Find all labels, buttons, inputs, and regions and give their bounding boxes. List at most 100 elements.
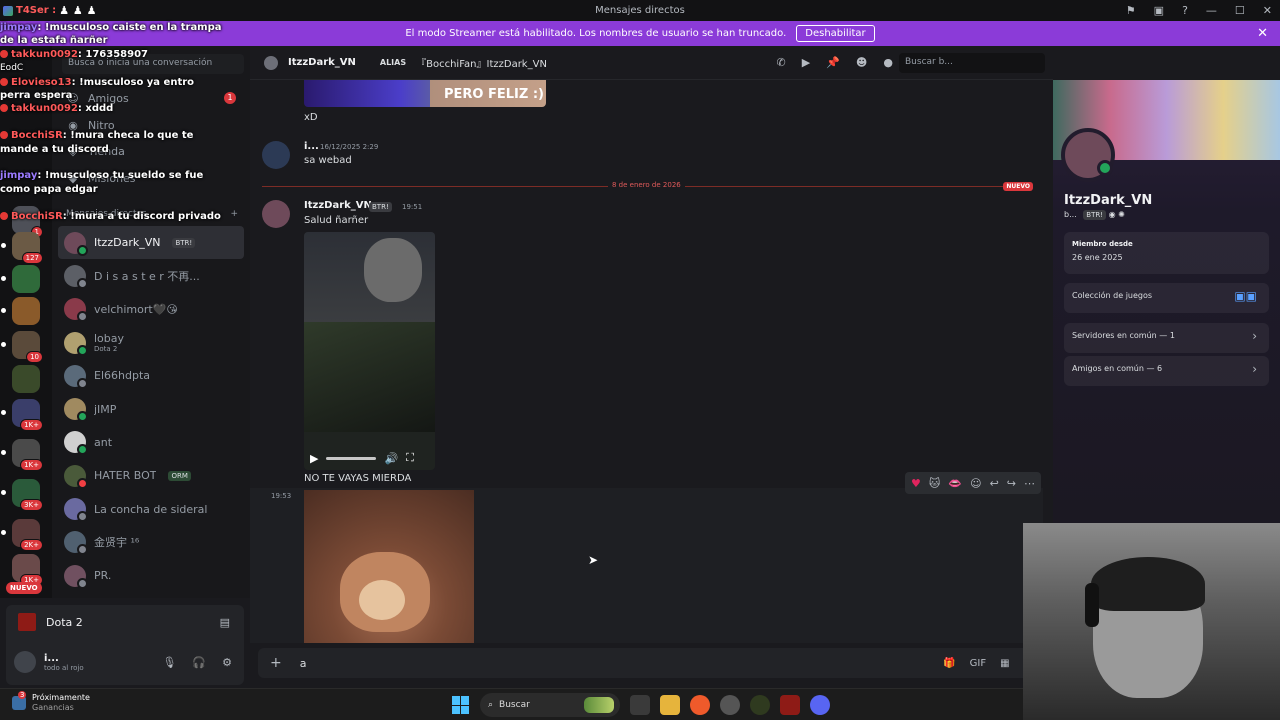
composer-input[interactable]: a (300, 657, 307, 670)
dm-item[interactable]: 金贤宇 ¹⁶ (58, 526, 244, 559)
more-options-icon[interactable]: ⋯ (1024, 477, 1035, 490)
upload-plus-icon[interactable]: + (270, 655, 282, 671)
maximize-button[interactable]: ☐ (1235, 4, 1245, 17)
mutual-friends-row[interactable]: Amigos en común — 6 › (1064, 356, 1269, 386)
dm-item[interactable]: ant (58, 426, 244, 459)
mutual-servers-row[interactable]: Servidores en común — 1 › (1064, 323, 1269, 353)
server-icon[interactable] (1, 297, 40, 325)
avatar[interactable] (262, 200, 290, 228)
headphones-icon[interactable]: 🎧 (192, 656, 206, 669)
discord-taskbar-icon[interactable] (810, 695, 830, 715)
obs-icon[interactable] (720, 695, 740, 715)
minimize-button[interactable]: — (1206, 4, 1217, 17)
monitor-icon[interactable]: ▣ (1154, 4, 1164, 17)
server-icon[interactable] (1, 265, 40, 293)
dm-item[interactable]: La concha de sideral (58, 492, 244, 525)
screen: T4Ser : ♟ ♟ ♟ Mensajes directos ⚑ ▣ ? — … (0, 0, 1280, 720)
chat-recipient-name[interactable]: ItzzDark_VN (288, 57, 356, 68)
alias-value: 『BocchiFan』ItzzDark_VN (416, 59, 547, 70)
forward-icon[interactable]: ↪ (1007, 477, 1016, 490)
dm-name: PR. (94, 569, 112, 583)
streamer-tag-text: T4Ser : (16, 5, 57, 16)
message-author[interactable]: i... (304, 141, 319, 152)
help-icon[interactable]: ? (1182, 4, 1188, 17)
disable-streamer-button[interactable]: Deshabilitar (796, 25, 875, 42)
gift-icon[interactable]: 🎁 (943, 658, 955, 669)
dm-item[interactable]: HATER BOT ORM (58, 459, 244, 492)
video-attachment[interactable] (304, 232, 435, 470)
overlay-text: : 176358907 (77, 48, 149, 60)
overlay-line (0, 116, 250, 129)
avatar[interactable] (14, 651, 36, 673)
new-servers-pill[interactable]: NUEVO (6, 582, 42, 594)
dm-item[interactable]: ItzzDark_VN BTR! (58, 226, 244, 260)
message-author[interactable]: ItzzDark_VN (304, 200, 372, 211)
overlay-line: takkun0092: 176358907 (0, 48, 250, 61)
chat-search-input[interactable]: Buscar b... (899, 52, 1045, 73)
server-icon[interactable]: 1K+ (1, 399, 43, 431)
cat-reaction-icon[interactable]: 🐱 (929, 477, 940, 490)
video-progress[interactable] (326, 456, 377, 460)
gif-attachment[interactable] (304, 490, 474, 643)
server-icon[interactable]: 1K+ (1, 439, 43, 471)
add-reaction-icon[interactable]: ☺ (970, 477, 981, 490)
dm-item[interactable]: lobay Dota 2 (58, 326, 244, 359)
server-icon[interactable] (12, 365, 40, 393)
taskbar-search[interactable]: ⌕ Buscar (480, 693, 620, 717)
message-composer[interactable]: + a 🎁 GIF ▦ ☺ (258, 648, 1044, 678)
brave-browser-icon[interactable] (690, 695, 710, 715)
unread-dot (1, 276, 6, 281)
dm-item[interactable]: jIMP (58, 392, 244, 425)
dm-item[interactable]: PR. (58, 559, 244, 592)
alias-label: ALIAS (379, 58, 407, 67)
gif-icon[interactable]: GIF (970, 658, 986, 669)
video-call-icon[interactable]: ▶ (802, 56, 810, 69)
overlay-line: como papa edgar (0, 183, 250, 196)
activity-panel[interactable]: Dota 2 ▤ (6, 605, 244, 639)
game-overlay-icon[interactable]: ▤ (220, 616, 230, 629)
heart-reaction-icon[interactable]: ♥ (911, 477, 921, 490)
windows-start-icon[interactable] (452, 696, 470, 714)
server-icon[interactable]: 10 (1, 331, 43, 363)
fullscreen-icon[interactable]: ⛶ (406, 451, 414, 465)
dm-item[interactable]: El66hdpta (58, 359, 244, 392)
image-attachment[interactable]: PERO FELIZ :) (304, 80, 546, 107)
dota-taskbar-icon[interactable] (780, 695, 800, 715)
mutual-servers-label: Servidores en común — 1 (1072, 331, 1175, 340)
call-icon[interactable]: ✆ (777, 56, 786, 69)
pin-icon[interactable]: 📌 (826, 56, 840, 69)
widgets-badge: 3 (18, 690, 27, 699)
avatar[interactable] (262, 141, 290, 169)
volume-icon[interactable]: 🔊 (384, 452, 398, 465)
microphone-icon[interactable]: 🎙 (162, 656, 176, 669)
server-icon[interactable]: 1K+ (12, 554, 43, 586)
play-icon[interactable]: ▶ (310, 452, 318, 465)
server-icon[interactable]: 2K+ (1, 519, 43, 551)
user-profile-icon[interactable]: ● (883, 56, 893, 69)
overlay-user: jimpay (0, 170, 38, 182)
dm-item[interactable]: D i s a s t e r 不再... (58, 259, 244, 292)
file-explorer-icon[interactable] (660, 695, 680, 715)
banner-text: El modo Streamer está habilitado. Los no… (405, 28, 787, 39)
banner-close-icon[interactable]: ✕ (1257, 26, 1268, 41)
add-friends-icon[interactable]: ☻ (856, 56, 867, 69)
sticker-icon[interactable]: ▦ (1000, 658, 1009, 669)
dm-item[interactable]: velchimort🖤😘 (58, 293, 244, 326)
task-view-icon[interactable] (630, 695, 650, 715)
game-collection-card[interactable]: Colección de juegos ▣▣ (1064, 283, 1269, 313)
flag-icon[interactable]: ⚑ (1126, 4, 1136, 17)
divider-date: 8 de enero de 2026 (608, 181, 685, 189)
message-text: NO TE VAYAS MIERDA (304, 473, 412, 484)
user-info[interactable]: i... todo al rojo (44, 653, 84, 672)
settings-gear-icon[interactable]: ⚙ (222, 656, 232, 669)
lips-reaction-icon[interactable]: 👄 (948, 477, 962, 490)
server-icon[interactable]: 127 (1, 232, 43, 264)
close-window-button[interactable]: ✕ (1263, 4, 1272, 17)
widgets-button[interactable]: 3 Próximamente Ganancias (12, 690, 90, 712)
profile-avatar[interactable] (1061, 128, 1115, 182)
reply-icon[interactable]: ↩ (990, 477, 999, 490)
server-icon[interactable]: 3K+ (1, 479, 43, 511)
xbox-app-icon[interactable] (750, 695, 770, 715)
dm-name: velchimort🖤😘 (94, 302, 178, 316)
avatar[interactable] (264, 55, 278, 70)
